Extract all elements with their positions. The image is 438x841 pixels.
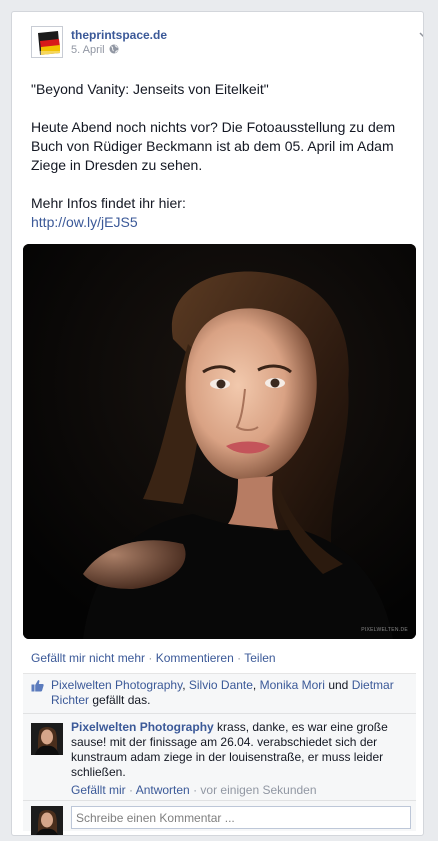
- list-and: und: [328, 678, 349, 692]
- comment-button[interactable]: Kommentieren: [156, 651, 234, 665]
- post-actions: Gefällt mir nicht mehr · Kommentieren · …: [31, 651, 276, 665]
- unlike-button[interactable]: Gefällt mir nicht mehr: [31, 651, 145, 665]
- comment-body: Pixelwelten Photography krass, danke, es…: [71, 720, 406, 780]
- composer-avatar: [31, 806, 63, 835]
- comment-item: Pixelwelten Photography krass, danke, es…: [23, 715, 416, 801]
- likes-summary: Pixelwelten Photography, Silvio Dante, M…: [23, 674, 416, 714]
- comment-reply-button[interactable]: Antworten: [136, 783, 190, 797]
- separator: ·: [237, 651, 242, 665]
- share-button[interactable]: Teilen: [244, 651, 275, 665]
- likes-suffix: gefällt das.: [92, 693, 151, 707]
- separator: ·: [148, 651, 153, 665]
- post-options-chevron-icon[interactable]: [419, 32, 424, 40]
- comment-input[interactable]: [71, 806, 411, 829]
- post-card: theprintspace.de 5. April "Beyond Vanity…: [11, 11, 424, 836]
- page-avatar[interactable]: [31, 26, 63, 58]
- liker-name[interactable]: Pixelwelten Photography: [51, 678, 182, 692]
- list-comma: ,: [182, 678, 186, 692]
- liker-name[interactable]: Monika Mori: [260, 678, 325, 692]
- post-text-line: Buch von Rüdiger Beckmann ist ab dem 05.…: [31, 138, 394, 154]
- post-more-info: Mehr Infos findet ihr hier:: [31, 195, 186, 211]
- separator: ·: [193, 783, 198, 797]
- comment-like-button[interactable]: Gefällt mir: [71, 783, 126, 797]
- separator: ·: [129, 783, 134, 797]
- photo-watermark: PIXELWELTEN.DE: [361, 627, 408, 633]
- post-message: "Beyond Vanity: Jenseits von Eitelkeit" …: [31, 80, 411, 232]
- comment-composer: [23, 802, 416, 835]
- portrait-image: [23, 244, 416, 639]
- post-date[interactable]: 5. April: [71, 44, 119, 56]
- post-date-text[interactable]: 5. April: [71, 44, 105, 56]
- globe-icon: [109, 44, 119, 54]
- post-text-line: Heute Abend noch nichts vor? Die Fotoaus…: [31, 119, 396, 135]
- like-thumb-icon: [31, 680, 44, 692]
- post-text-line: Ziege in Dresden zu sehen.: [31, 157, 203, 173]
- post-title: "Beyond Vanity: Jenseits von Eitelkeit": [31, 81, 269, 97]
- feedback-section: Pixelwelten Photography, Silvio Dante, M…: [23, 673, 416, 835]
- post-link[interactable]: http://ow.ly/jEJS5: [31, 214, 138, 230]
- post-author-name[interactable]: theprintspace.de: [71, 28, 167, 42]
- comment-author[interactable]: Pixelwelten Photography: [71, 720, 214, 734]
- post-photo[interactable]: PIXELWELTEN.DE: [23, 244, 416, 639]
- commenter-avatar[interactable]: [31, 723, 63, 755]
- liker-name[interactable]: Silvio Dante: [189, 678, 253, 692]
- comment-meta: Gefällt mir · Antworten · vor einigen Se…: [71, 783, 317, 797]
- list-comma: ,: [252, 678, 257, 692]
- comment-time[interactable]: vor einigen Sekunden: [200, 783, 316, 797]
